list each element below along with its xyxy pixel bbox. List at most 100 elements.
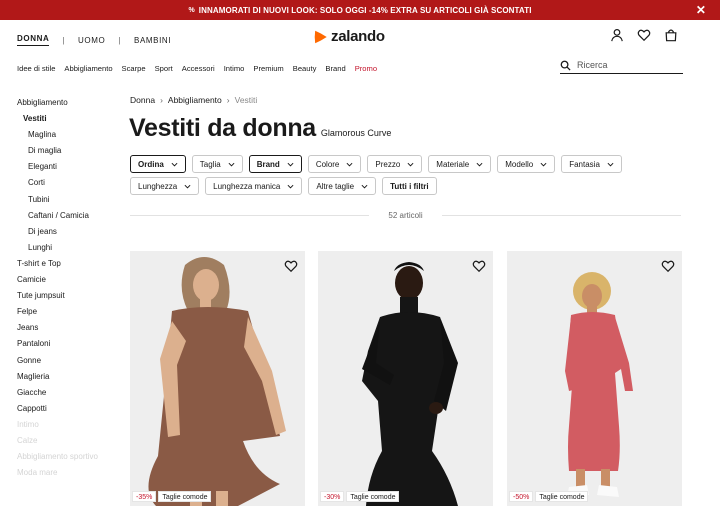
filter-label: Lunghezza — [138, 181, 178, 191]
product-card[interactable]: -50% Taglie comode — [507, 251, 682, 506]
filter-button[interactable]: Lunghezza — [130, 177, 200, 195]
product-card[interactable]: -35% Taglie comode — [130, 251, 305, 506]
divider: | — [118, 35, 122, 45]
filter-button[interactable]: Fantasia — [561, 155, 622, 173]
sidebar-item[interactable]: Corti — [17, 176, 117, 192]
nav-premium[interactable]: Premium — [253, 64, 283, 73]
tab-donna[interactable]: DONNA — [17, 34, 50, 46]
bag-icon[interactable] — [664, 28, 678, 42]
product-badges: -30% Taglie comode — [320, 491, 400, 502]
nav-accessori[interactable]: Accessori — [182, 64, 215, 73]
logo-text: zalando — [331, 28, 385, 45]
close-icon[interactable]: ✕ — [696, 3, 706, 17]
promo-bar[interactable]: % INNAMORATI DI NUOVI LOOK: SOLO OGGI -1… — [0, 0, 720, 20]
sidebar-item[interactable]: Abbigliamento — [17, 96, 117, 112]
sidebar-item[interactable]: Jeans — [17, 321, 117, 337]
heart-icon[interactable] — [284, 259, 298, 273]
zalando-logo[interactable]: zalando — [313, 28, 385, 45]
chevron-down-icon — [607, 162, 614, 166]
product-image[interactable] — [507, 251, 682, 506]
search-icon — [560, 60, 571, 71]
sidebar-item[interactable]: Eleganti — [17, 160, 117, 176]
divider-line — [130, 215, 370, 216]
tab-uomo[interactable]: UOMO — [78, 36, 105, 45]
tab-bambini[interactable]: BAMBINI — [134, 36, 171, 45]
sidebar-item[interactable]: Tute jumpsuit — [17, 289, 117, 305]
sidebar-item[interactable]: Intimo — [17, 418, 117, 434]
divider-line — [441, 215, 681, 216]
filter-label: Taglia — [199, 159, 221, 169]
breadcrumb-current: Vestiti — [234, 95, 258, 105]
filter-button[interactable]: Brand — [248, 155, 302, 173]
filter-button[interactable]: Modello — [497, 155, 556, 173]
sidebar-item[interactable]: Gonne — [17, 354, 117, 370]
size-badge: Taglie comode — [346, 491, 400, 502]
promo-text: INNAMORATI DI NUOVI LOOK: SOLO OGGI -14%… — [198, 5, 532, 15]
nav-brand[interactable]: Brand — [325, 64, 345, 73]
nav-sport[interactable]: Sport — [155, 64, 173, 73]
nav-intimo[interactable]: Intimo — [224, 64, 245, 73]
filter-button[interactable]: Lunghezza manica — [205, 177, 303, 195]
sidebar-item[interactable]: T-shirt e Top — [17, 257, 117, 273]
nav-idee-di-stile[interactable]: Idee di stile — [17, 64, 55, 73]
heart-icon[interactable] — [661, 259, 675, 273]
sidebar-item[interactable]: Lunghi — [17, 241, 117, 257]
size-badge: Taglie comode — [535, 491, 589, 502]
filter-button[interactable]: Prezzo — [367, 155, 423, 173]
search-input[interactable] — [577, 60, 677, 70]
sidebar-item[interactable]: Caftani / Camicia — [17, 209, 117, 225]
product-card[interactable]: -30% Taglie comode — [318, 251, 493, 506]
chevron-down-icon — [228, 162, 235, 166]
header-icons — [610, 28, 678, 42]
sidebar-item[interactable]: Calze — [17, 434, 117, 450]
filter-label: Ordina — [138, 159, 164, 169]
sidebar-item[interactable]: Camicie — [17, 273, 117, 289]
breadcrumb: Donna › Abbigliamento › Vestiti — [130, 95, 257, 105]
discount-badge: -35% — [132, 491, 157, 502]
heart-icon[interactable] — [637, 28, 651, 42]
sidebar-item[interactable]: Di maglia — [17, 144, 117, 160]
nav-abbigliamento[interactable]: Abbigliamento — [64, 64, 112, 73]
discount-badge: -30% — [320, 491, 345, 502]
sidebar-item[interactable]: Pantaloni — [17, 337, 117, 353]
sidebar-item[interactable]: Giacche — [17, 386, 117, 402]
page-subtitle: Glamorous Curve — [320, 128, 392, 138]
sidebar-item[interactable]: Di jeans — [17, 225, 117, 241]
sidebar-item[interactable]: Abbigliamento sportivo — [17, 450, 117, 466]
chevron-down-icon — [407, 162, 414, 166]
breadcrumb-donna[interactable]: Donna — [130, 95, 155, 105]
nav-promo[interactable]: Promo — [355, 64, 377, 73]
product-badges: -35% Taglie comode — [132, 491, 212, 502]
sidebar-item[interactable]: Maglina — [17, 128, 117, 144]
sidebar-item[interactable]: Moda mare — [17, 466, 117, 482]
heart-icon[interactable] — [472, 259, 486, 273]
gender-nav: DONNA | UOMO | BAMBINI — [17, 34, 171, 46]
breadcrumb-abbigliamento[interactable]: Abbigliamento — [168, 95, 222, 105]
filter-button[interactable]: Tutti i filtri — [382, 177, 437, 195]
user-icon[interactable] — [610, 28, 624, 42]
page-title: Vestiti da donna — [129, 114, 316, 142]
sidebar-item[interactable]: Felpe — [17, 305, 117, 321]
filter-button[interactable]: Ordina — [130, 155, 186, 173]
sidebar-item[interactable]: Vestiti — [17, 112, 117, 128]
chevron-down-icon — [184, 184, 191, 188]
sidebar-item[interactable]: Cappotti — [17, 402, 117, 418]
filter-label: Prezzo — [375, 159, 401, 169]
sidebar-item[interactable]: Tubini — [17, 193, 117, 209]
filter-button[interactable]: Materiale — [428, 155, 492, 173]
chevron-right-icon: › — [160, 95, 163, 105]
filter-button[interactable]: Taglia — [191, 155, 243, 173]
chevron-down-icon — [171, 162, 178, 166]
chevron-down-icon — [540, 162, 547, 166]
nav-beauty[interactable]: Beauty — [293, 64, 317, 73]
filter-button[interactable]: Colore — [307, 155, 362, 173]
nav-scarpe[interactable]: Scarpe — [122, 64, 146, 73]
filter-label: Lunghezza manica — [213, 181, 281, 191]
product-image[interactable] — [318, 251, 493, 506]
percent-icon: % — [188, 6, 195, 14]
filter-button[interactable]: Altre taglie — [308, 177, 377, 195]
chevron-down-icon — [287, 162, 294, 166]
product-badges: -50% Taglie comode — [509, 491, 589, 502]
product-image[interactable] — [130, 251, 305, 506]
sidebar-item[interactable]: Maglieria — [17, 370, 117, 386]
